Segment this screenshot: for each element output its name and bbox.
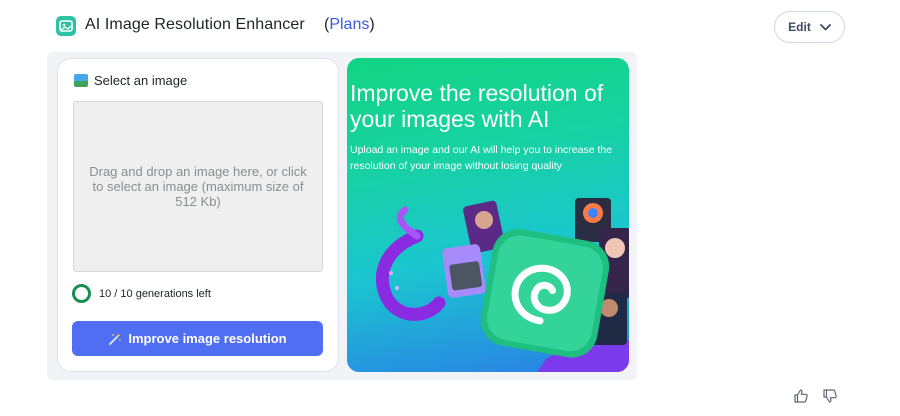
plans-link[interactable]: Plans bbox=[329, 16, 369, 33]
picture-icon bbox=[74, 74, 88, 87]
edit-button-label: Edit bbox=[788, 20, 811, 34]
plans-paren-close: ) bbox=[369, 16, 375, 33]
drop-zone-text: Drag and drop an image here, or click to… bbox=[89, 164, 307, 209]
select-image-text: Select an image bbox=[94, 73, 188, 88]
thumbs-down-icon[interactable] bbox=[819, 385, 841, 407]
select-image-label: Select an image bbox=[74, 73, 187, 88]
image-drop-zone[interactable]: Drag and drop an image here, or click to… bbox=[73, 101, 323, 272]
app-title: AI Image Resolution Enhancer bbox=[85, 16, 305, 33]
app-logo-icon bbox=[56, 16, 76, 36]
generations-ring-icon bbox=[72, 284, 91, 303]
improve-resolution-button[interactable]: Improve image resolution bbox=[72, 321, 323, 356]
promo-title: Improve the resolution of your images wi… bbox=[350, 80, 604, 132]
plans-link-wrapper: (Plans) bbox=[324, 16, 375, 34]
generations-text: 10 / 10 generations left bbox=[99, 287, 211, 300]
magic-wand-icon bbox=[109, 333, 122, 345]
promo-banner: Improve the resolution of your images wi… bbox=[347, 58, 629, 372]
chevron-down-icon bbox=[819, 23, 831, 30]
edit-button[interactable]: Edit bbox=[774, 11, 845, 43]
promo-subtitle: Upload an image and our AI will help you… bbox=[350, 144, 613, 172]
thumbs-up-icon[interactable] bbox=[790, 385, 812, 407]
header: AI Image Resolution Enhancer (Plans) Edi… bbox=[0, 0, 900, 54]
generations-counter: 10 / 10 generations left bbox=[72, 284, 211, 303]
improve-button-label: Improve image resolution bbox=[128, 331, 287, 346]
